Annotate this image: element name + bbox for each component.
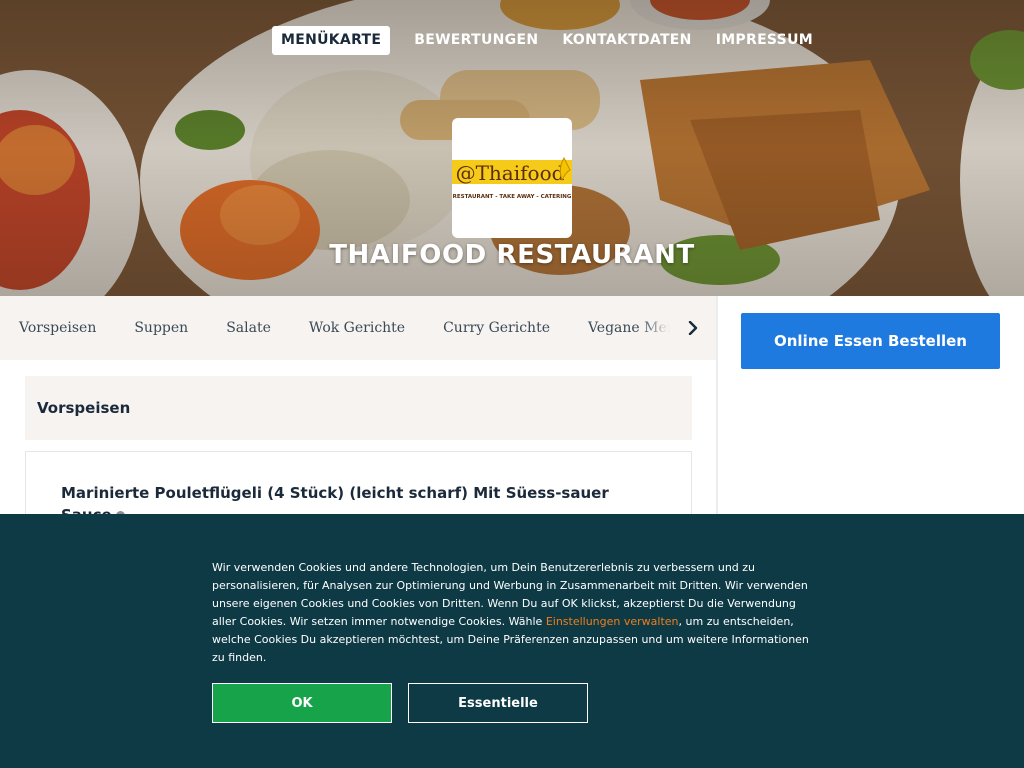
thaifood-logo-icon: @Thaifood RESTAURANT - TAKE AWAY - CATER… xyxy=(452,156,572,200)
category-suppen[interactable]: Suppen xyxy=(134,320,188,336)
restaurant-logo: @Thaifood RESTAURANT - TAKE AWAY - CATER… xyxy=(452,118,572,238)
category-salate[interactable]: Salate xyxy=(226,320,271,336)
logo-tagline-text: RESTAURANT - TAKE AWAY - CATERING xyxy=(453,194,572,200)
nav-impressum[interactable]: IMPRESSUM xyxy=(704,26,825,55)
hero-banner: MENÜKARTE BEWERTUNGEN KONTAKTDATEN IMPRE… xyxy=(0,0,1024,296)
manage-settings-link[interactable]: Einstellungen verwalten xyxy=(546,615,679,628)
category-fade xyxy=(640,296,670,360)
top-navigation: MENÜKARTE BEWERTUNGEN KONTAKTDATEN IMPRE… xyxy=(272,26,825,55)
category-vorspeisen[interactable]: Vorspeisen xyxy=(19,320,96,336)
restaurant-title: THAIFOOD RESTAURANT xyxy=(329,240,695,270)
cookie-banner: Wir verwenden Cookies und andere Technol… xyxy=(0,514,1024,768)
cookie-ok-button[interactable]: OK xyxy=(212,683,392,723)
nav-kontaktdaten[interactable]: KONTAKTDATEN xyxy=(550,26,703,55)
category-bar: Vorspeisen Suppen Salate Wok Gerichte Cu… xyxy=(0,296,716,360)
nav-menuekarte[interactable]: MENÜKARTE xyxy=(272,26,391,55)
category-curry-gerichte[interactable]: Curry Gerichte xyxy=(443,320,550,336)
category-wok-gerichte[interactable]: Wok Gerichte xyxy=(309,320,405,336)
chevron-right-icon xyxy=(688,321,698,335)
cookie-message: Wir verwenden Cookies und andere Technol… xyxy=(212,559,822,667)
order-online-button[interactable]: Online Essen Bestellen xyxy=(741,313,1000,369)
nav-bewertungen[interactable]: BEWERTUNGEN xyxy=(402,26,550,55)
section-title: Vorspeisen xyxy=(37,399,131,417)
logo-main-text: @Thaifood xyxy=(456,161,565,185)
category-next-button[interactable] xyxy=(670,296,716,360)
cookie-essential-button[interactable]: Essentielle xyxy=(408,683,588,723)
section-heading-vorspeisen: Vorspeisen xyxy=(25,376,692,440)
